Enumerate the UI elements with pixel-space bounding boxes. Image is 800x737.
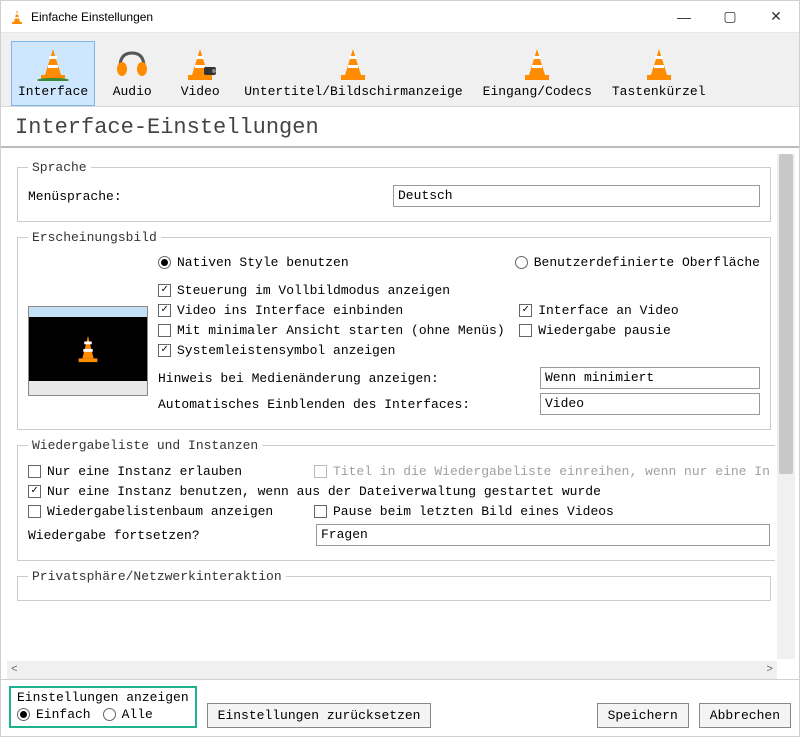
one-instance-checkbox[interactable]: Nur eine Instanz erlauben — [28, 464, 308, 479]
subtitles-icon — [329, 46, 377, 82]
tab-interface[interactable]: Interface — [11, 41, 95, 106]
custom-ui-radio[interactable]: Benutzerdefinierte Oberfläche — [515, 255, 760, 270]
pause-last-frame-checkbox[interactable]: Pause beim letzten Bild eines Videos — [314, 504, 614, 519]
window-buttons: — ▢ ✕ — [661, 1, 799, 33]
systray-checkbox[interactable]: Systemleistensymbol anzeigen — [158, 343, 519, 358]
radio-icon — [515, 256, 528, 269]
tab-hotkeys[interactable]: Tastenkürzel — [605, 41, 713, 106]
tab-label: Interface — [18, 84, 88, 99]
scroll-right-icon[interactable]: > — [766, 664, 773, 676]
auto-raise-label: Automatisches Einblenden des Interfaces: — [158, 397, 532, 412]
hotkeys-icon — [635, 46, 683, 82]
tab-label: Untertitel/Bildschirmanzeige — [244, 84, 462, 99]
cancel-button[interactable]: Abbrechen — [699, 703, 791, 728]
codecs-icon — [513, 46, 561, 82]
radio-icon — [17, 708, 30, 721]
checkbox-icon — [158, 344, 171, 357]
scroll-area: Sprache Menüsprache: Deutsch Erscheinung… — [7, 154, 795, 679]
window-title: Einfache Einstellungen — [31, 10, 661, 24]
appearance-group: Erscheinungsbild Nativen Style benutzen … — [17, 230, 771, 430]
playlist-group: Wiedergabeliste und Instanzen Nur eine I… — [17, 438, 775, 561]
media-change-select[interactable]: Wenn minimiert — [540, 367, 760, 389]
titlebar: Einfache Einstellungen — ▢ ✕ — [1, 1, 799, 33]
radio-icon — [103, 708, 116, 721]
appearance-legend: Erscheinungsbild — [28, 230, 161, 245]
checkbox-icon — [314, 465, 327, 478]
media-change-label: Hinweis bei Medienänderung anzeigen: — [158, 371, 532, 386]
checkbox-icon — [28, 505, 41, 518]
menu-language-select[interactable]: Deutsch — [393, 185, 760, 207]
simple-radio[interactable]: Einfach — [17, 707, 91, 722]
checkbox-icon — [28, 485, 41, 498]
video-icon — [176, 46, 224, 82]
pause-playback-checkbox[interactable]: Wiedergabe pausie — [519, 323, 760, 338]
bottom-bar: Einstellungen anzeigen Einfach Alle Eins… — [1, 679, 799, 736]
checkbox-icon — [158, 304, 171, 317]
tab-audio[interactable]: Audio — [101, 41, 163, 106]
checkbox-icon — [519, 304, 532, 317]
maximize-button[interactable]: ▢ — [707, 1, 753, 33]
category-toolbar: Interface Audio Video Untertitel/Bildsch… — [1, 33, 799, 107]
save-button[interactable]: Speichern — [597, 703, 689, 728]
vlc-cone-icon — [9, 9, 25, 25]
vertical-scrollbar[interactable] — [777, 154, 795, 659]
playlist-legend: Wiedergabeliste und Instanzen — [28, 438, 262, 453]
interface-icon — [29, 46, 77, 82]
interface-preview — [28, 306, 148, 396]
audio-icon — [108, 46, 156, 82]
minimal-view-checkbox[interactable]: Mit minimaler Ansicht starten (ohne Menü… — [158, 323, 519, 338]
fullscreen-control-checkbox[interactable]: Steuerung im Vollbildmodus anzeigen — [158, 283, 519, 298]
page-title: Interface-Einstellungen — [1, 107, 799, 148]
privacy-legend: Privatsphäre/Netzwerkinteraktion — [28, 569, 286, 584]
auto-raise-select[interactable]: Video — [540, 393, 760, 415]
close-button[interactable]: ✕ — [753, 1, 799, 33]
tab-subtitles[interactable]: Untertitel/Bildschirmanzeige — [237, 41, 469, 106]
continue-playback-select[interactable]: Fragen — [316, 524, 770, 546]
checkbox-icon — [519, 324, 532, 337]
tab-label: Video — [181, 84, 220, 99]
reset-button[interactable]: Einstellungen zurücksetzen — [207, 703, 432, 728]
native-style-radio[interactable]: Nativen Style benutzen — [158, 255, 349, 270]
tab-input-codecs[interactable]: Eingang/Codecs — [476, 41, 599, 106]
checkbox-icon — [314, 505, 327, 518]
checkbox-icon — [158, 284, 171, 297]
all-radio[interactable]: Alle — [103, 707, 153, 722]
scrollbar-thumb[interactable] — [779, 154, 793, 474]
window: Einfache Einstellungen — ▢ ✕ Interface A… — [0, 0, 800, 737]
language-group: Sprache Menüsprache: Deutsch — [17, 160, 771, 222]
resize-interface-checkbox[interactable]: Interface an Video — [519, 303, 760, 318]
continue-playback-label: Wiedergabe fortsetzen? — [28, 528, 308, 543]
radio-icon — [158, 256, 171, 269]
show-settings-label: Einstellungen anzeigen — [17, 690, 189, 705]
tab-label: Tastenkürzel — [612, 84, 706, 99]
checkbox-icon — [28, 465, 41, 478]
playlist-tree-checkbox[interactable]: Wiedergabelistenbaum anzeigen — [28, 504, 308, 519]
horizontal-scrollbar[interactable]: <> — [7, 661, 777, 679]
tab-label: Eingang/Codecs — [483, 84, 592, 99]
enqueue-checkbox: Titel in die Wiedergabeliste einreihen, … — [314, 464, 770, 479]
menu-language-label: Menüsprache: — [28, 189, 385, 204]
scroll-left-icon[interactable]: < — [11, 664, 18, 676]
preview-column — [28, 278, 158, 419]
language-legend: Sprache — [28, 160, 91, 175]
content: Sprache Menüsprache: Deutsch Erscheinung… — [7, 154, 775, 659]
tab-label: Audio — [113, 84, 152, 99]
show-settings-group: Einstellungen anzeigen Einfach Alle — [9, 686, 197, 728]
embed-video-checkbox[interactable]: Video ins Interface einbinden — [158, 303, 519, 318]
one-instance-filemanager-checkbox[interactable]: Nur eine Instanz benutzen, wenn aus der … — [28, 484, 770, 499]
minimize-button[interactable]: — — [661, 1, 707, 33]
checkbox-icon — [158, 324, 171, 337]
tab-video[interactable]: Video — [169, 41, 231, 106]
privacy-group: Privatsphäre/Netzwerkinteraktion — [17, 569, 771, 601]
